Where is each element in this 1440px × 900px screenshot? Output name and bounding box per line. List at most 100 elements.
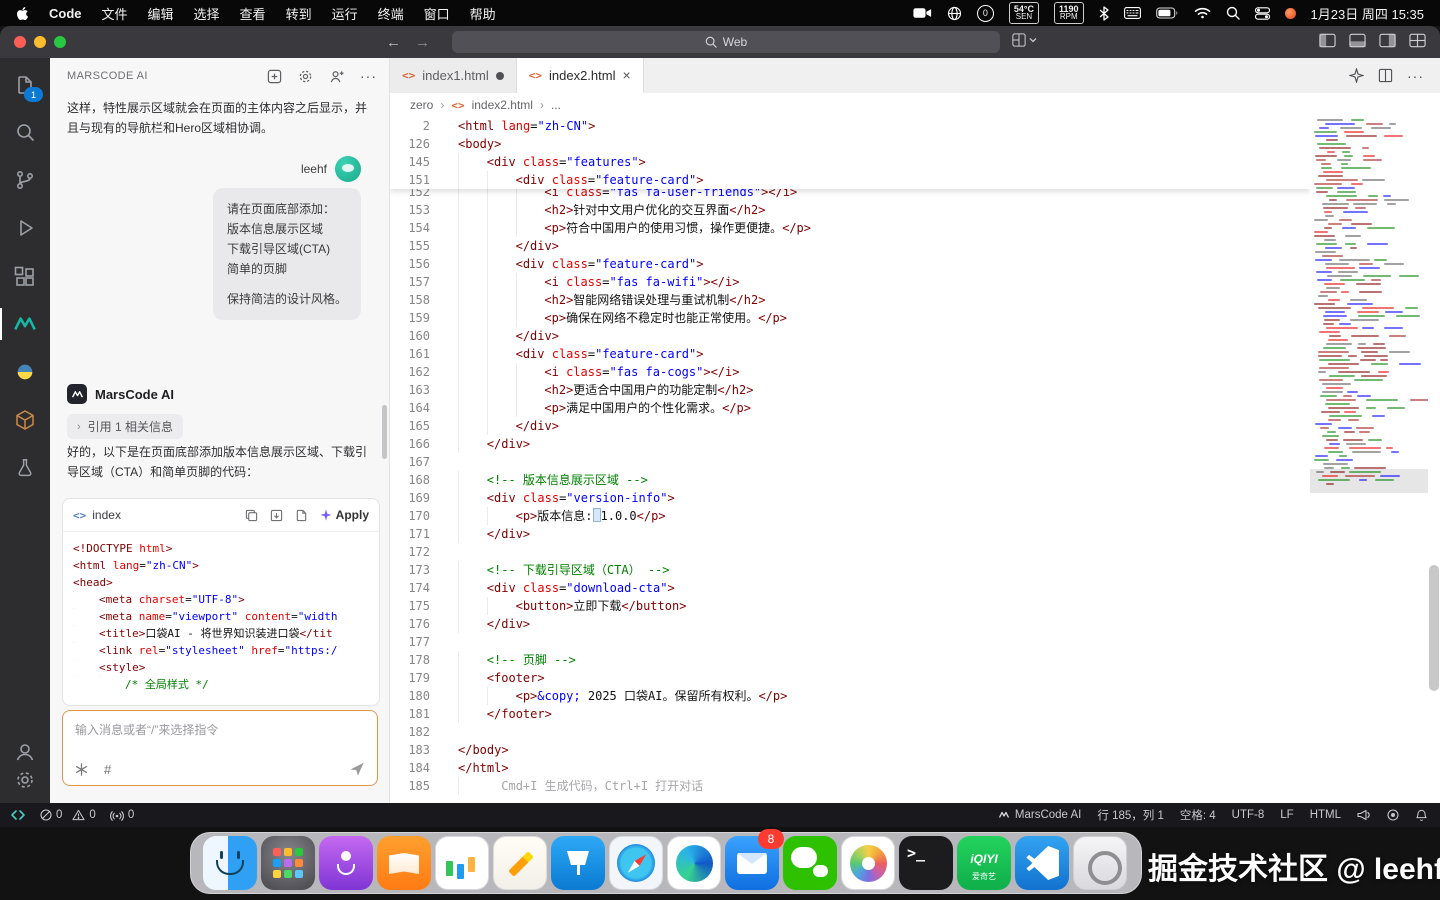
code-line[interactable]: <title>口袋AI - 将世界知识装进口袋</tit <box>73 625 369 642</box>
dock-edge-icon[interactable] <box>667 836 721 890</box>
minimize-window-button[interactable] <box>34 36 46 48</box>
command-center-search[interactable]: Web <box>452 31 1000 53</box>
customize-layout-icon[interactable] <box>1409 33 1426 48</box>
menu-item[interactable]: 帮助 <box>470 4 496 23</box>
problems-status[interactable]: 0 0 <box>40 809 96 821</box>
reference-pill[interactable]: › 引用 1 相关信息 <box>67 414 183 439</box>
toggle-primary-sidebar-icon[interactable] <box>1319 33 1336 48</box>
code-line-170[interactable]: 170<p>版本信息: 1.0.0</p> <box>390 507 1310 525</box>
dock-stocks-icon[interactable] <box>435 836 489 890</box>
code-line-166[interactable]: 166</div> <box>390 435 1310 453</box>
status-indentation[interactable]: 空格: 4 <box>1180 807 1216 823</box>
code-line-163[interactable]: 163<h2>更适合中国用户的功能定制</h2> <box>390 381 1310 399</box>
code-line-2[interactable]: 2<html lang="zh-CN"> <box>390 117 1310 135</box>
dock-mail-icon[interactable]: 8 <box>725 836 779 890</box>
menu-item[interactable]: 窗口 <box>424 4 450 23</box>
share-profile-icon[interactable] <box>329 68 344 84</box>
code-line[interactable]: <!DOCTYPE html> <box>73 540 369 557</box>
package-view-button[interactable] <box>0 398 50 442</box>
editor-scrollbar[interactable] <box>1428 117 1440 803</box>
menu-item[interactable]: 查看 <box>240 4 266 23</box>
dock-vscode-icon[interactable] <box>1015 836 1069 890</box>
code-line-154[interactable]: 154<p>符合中国用户的使用习惯，操作更便捷。</p> <box>390 219 1310 237</box>
code-line-177[interactable]: 177 <box>390 633 1310 651</box>
menu-item[interactable]: 选择 <box>194 4 220 23</box>
keyboard-input-icon[interactable] <box>1124 7 1141 19</box>
code-line[interactable]: <link rel="stylesheet" href="https:/ <box>73 642 369 659</box>
breadcrumb-file[interactable]: index2.html <box>472 98 533 112</box>
dock-iqiyi-icon[interactable]: iQIYI爱奇艺 <box>957 836 1011 890</box>
breadcrumb-symbol[interactable]: ... <box>551 98 561 112</box>
code-line-184[interactable]: 184</html> <box>390 759 1310 777</box>
megaphone-icon[interactable] <box>1357 809 1371 821</box>
dock-notes-icon[interactable] <box>493 836 547 890</box>
editor-layout-quickpick[interactable] <box>1012 33 1037 47</box>
battery-icon[interactable] <box>1156 7 1179 19</box>
zoom-window-button[interactable] <box>54 36 66 48</box>
code-line-167[interactable]: 167 <box>390 453 1310 471</box>
temperature-widget[interactable]: 54°C SEN <box>1009 2 1039 24</box>
status-eol[interactable]: LF <box>1280 809 1293 821</box>
status-cursor-position[interactable]: 行 185，列 1 <box>1097 807 1163 823</box>
tab-index1[interactable]: <> index1.html <box>390 58 517 93</box>
menu-item[interactable]: 运行 <box>332 4 358 23</box>
spotlight-search-icon[interactable] <box>1226 6 1240 20</box>
code-line-176[interactable]: 176</div> <box>390 615 1310 633</box>
code-line-179[interactable]: 179<footer> <box>390 669 1310 687</box>
counter-badge[interactable]: 0 <box>977 5 994 22</box>
python-view-button[interactable] <box>0 350 50 394</box>
code-line-185[interactable]: 185 Cmd+I 生成代码，Ctrl+I 打开对话 <box>390 777 1310 795</box>
remote-indicator-icon[interactable] <box>10 808 26 822</box>
dock-launchpad-icon[interactable] <box>261 836 315 890</box>
code-line-156[interactable]: 156<div class="feature-card"> <box>390 255 1310 273</box>
search-view-button[interactable] <box>0 111 50 155</box>
dock-wechat-icon[interactable] <box>783 836 837 890</box>
code-line-153[interactable]: 153<h2>针对中文用户优化的交互界面</h2> <box>390 201 1310 219</box>
dock-finder-icon[interactable] <box>203 836 257 890</box>
model-sparkle-icon[interactable] <box>75 763 88 776</box>
settings-gear-button[interactable] <box>0 758 50 802</box>
toggle-secondary-sidebar-icon[interactable] <box>1379 33 1396 48</box>
dock-safari-icon[interactable] <box>609 836 663 890</box>
editor-more-icon[interactable]: ··· <box>1407 68 1424 84</box>
code-line[interactable]: /* 全局样式 */ <box>73 676 369 693</box>
toggle-panel-icon[interactable] <box>1349 33 1366 48</box>
code-line-159[interactable]: 159<p>确保在网络不稳定时也能正常使用。</p> <box>390 309 1310 327</box>
code-line-174[interactable]: 174<div class="download-cta"> <box>390 579 1310 597</box>
code-line-168[interactable]: 168<!-- 版本信息展示区域 --> <box>390 471 1310 489</box>
dock-books-icon[interactable] <box>377 836 431 890</box>
code-line[interactable]: <html lang="zh-CN"> <box>73 557 369 574</box>
code-line[interactable]: <head> <box>73 574 369 591</box>
status-language-mode[interactable]: HTML <box>1310 809 1341 821</box>
status-marscode-status[interactable]: MarsCode AI <box>998 809 1081 821</box>
dock-terminal-icon[interactable]: >_ <box>899 836 953 890</box>
code-line-165[interactable]: 165</div> <box>390 417 1310 435</box>
menu-item[interactable]: 终端 <box>378 4 404 23</box>
status-encoding[interactable]: UTF-8 <box>1232 809 1265 821</box>
apply-button[interactable]: Apply <box>320 508 369 522</box>
send-icon[interactable] <box>349 761 365 777</box>
code-line-173[interactable]: 173<!-- 下载引导区域（CTA） --> <box>390 561 1310 579</box>
copy-icon[interactable] <box>245 509 258 522</box>
breadcrumb[interactable]: zero › <> index2.html › ... <box>390 93 1440 117</box>
code-line-161[interactable]: 161<div class="feature-card"> <box>390 345 1310 363</box>
dock-preview-icon[interactable] <box>1073 836 1127 890</box>
menu-item[interactable]: 编辑 <box>148 4 174 23</box>
minimap[interactable] <box>1310 117 1428 803</box>
sidebar-scrollbar[interactable] <box>382 405 387 459</box>
new-chat-icon[interactable] <box>267 68 282 84</box>
code-line[interactable]: <style> <box>73 659 369 676</box>
code-line-183[interactable]: 183</body> <box>390 741 1310 759</box>
source-control-view-button[interactable] <box>0 158 50 202</box>
menubar-clock[interactable]: 1月23日 周四 15:35 <box>1311 4 1424 23</box>
extensions-view-button[interactable] <box>0 255 50 299</box>
fan-widget[interactable]: 1190 RPM <box>1054 2 1084 24</box>
tab-index2[interactable]: <> index2.html × <box>517 58 644 93</box>
code-line-160[interactable]: 160</div> <box>390 327 1310 345</box>
lab-view-button[interactable] <box>0 446 50 490</box>
bell-icon[interactable] <box>1415 809 1428 822</box>
user-avatar[interactable] <box>335 156 361 182</box>
new-file-icon[interactable] <box>295 509 308 522</box>
code-line-151[interactable]: 151<div class="feature-card"> <box>390 171 1310 189</box>
code-line-157[interactable]: 157<i class="fas fa-wifi"></i> <box>390 273 1310 291</box>
